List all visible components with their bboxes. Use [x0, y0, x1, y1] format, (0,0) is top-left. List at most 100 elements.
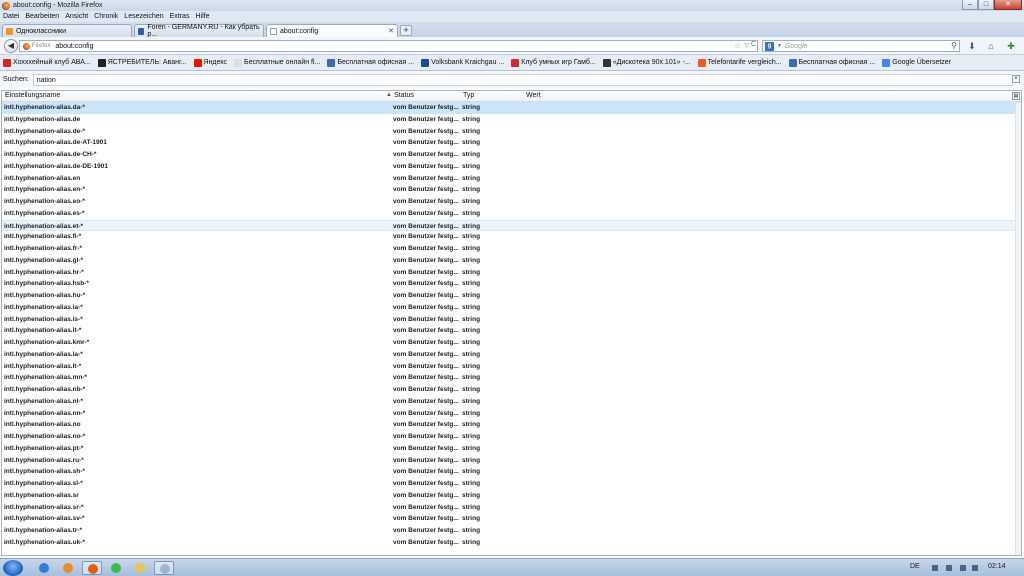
url-text[interactable]: about:config: [55, 43, 93, 50]
table-row[interactable]: intl.hyphenation-alias.nb-* vom Benutzer …: [2, 384, 1021, 396]
table-row[interactable]: intl.hyphenation-alias.uk-* vom Benutzer …: [2, 537, 1021, 549]
minimize-button[interactable]: –: [962, 0, 978, 10]
table-row[interactable]: intl.hyphenation-alias.is-* vom Benutzer …: [2, 314, 1021, 326]
filter-input[interactable]: nation: [32, 73, 1013, 86]
menu-lesezeichen[interactable]: Lesezeichen: [124, 13, 163, 20]
menu-ansicht[interactable]: Ansicht: [65, 13, 88, 20]
bookmark-item[interactable]: Volksbank Kraichgau ...: [421, 58, 504, 67]
table-row[interactable]: intl.hyphenation-alias.sl-* vom Benutzer …: [2, 478, 1021, 490]
menu-chronik[interactable]: Chronik: [94, 13, 118, 20]
table-row[interactable]: intl.hyphenation-alias.hsb-* vom Benutzer…: [2, 278, 1021, 290]
new-tab-button[interactable]: +: [400, 25, 412, 36]
table-row[interactable]: intl.hyphenation-alias.nn-* vom Benutzer …: [2, 408, 1021, 420]
column-header-status[interactable]: Status: [394, 92, 414, 99]
bookmark-item[interactable]: Бесплатная офисная ...: [788, 58, 875, 67]
table-row[interactable]: intl.hyphenation-alias.de vom Benutzer fe…: [2, 114, 1021, 126]
clear-filter-icon[interactable]: ×: [1012, 75, 1020, 83]
table-row[interactable]: intl.hyphenation-alias.hu-* vom Benutzer …: [2, 290, 1021, 302]
network-icon[interactable]: [946, 565, 952, 571]
search-placeholder[interactable]: Google: [785, 43, 808, 50]
column-header-name[interactable]: Einstellungsname: [5, 92, 60, 99]
search-bar[interactable]: g ▼ Google ⚲: [762, 40, 960, 52]
column-header-value[interactable]: Wert: [526, 92, 541, 99]
menu-hilfe[interactable]: Hilfe: [195, 13, 209, 20]
taskbar-app[interactable]: [154, 561, 174, 575]
download-icon[interactable]: ⬇: [966, 40, 978, 52]
column-picker-icon[interactable]: ▤: [1012, 92, 1020, 100]
bookmark-item[interactable]: Клуб умных игр Гамб...: [511, 58, 596, 67]
table-row[interactable]: intl.hyphenation-alias.ia-* vom Benutzer …: [2, 302, 1021, 314]
volume-icon[interactable]: [960, 565, 966, 571]
tab-about-config[interactable]: about:config ✕: [266, 24, 398, 38]
table-row[interactable]: intl.hyphenation-alias.en-* vom Benutzer …: [2, 184, 1021, 196]
search-icon[interactable]: ⚲: [951, 41, 957, 50]
start-button[interactable]: [3, 560, 23, 576]
table-row[interactable]: intl.hyphenation-alias.mn-* vom Benutzer …: [2, 372, 1021, 384]
table-row[interactable]: intl.hyphenation-alias.fi-* vom Benutzer …: [2, 231, 1021, 243]
table-row[interactable]: intl.hyphenation-alias.en vom Benutzer fe…: [2, 173, 1021, 185]
bookmark-item[interactable]: ЯСТРЕБИТЕЛЬ: Аванг...: [97, 58, 187, 67]
table-row[interactable]: intl.hyphenation-alias.no vom Benutzer fe…: [2, 419, 1021, 431]
table-row[interactable]: intl.hyphenation-alias.la-* vom Benutzer …: [2, 349, 1021, 361]
taskbar-app[interactable]: [106, 561, 126, 575]
table-row[interactable]: intl.hyphenation-alias.da-* vom Benutzer …: [2, 102, 1021, 114]
taskbar-app[interactable]: [82, 561, 102, 575]
history-dropdown-icon[interactable]: ▽: [744, 42, 749, 49]
vertical-scrollbar[interactable]: [1015, 103, 1021, 555]
menu-extras[interactable]: Extras: [170, 13, 190, 20]
google-icon[interactable]: g: [765, 41, 774, 51]
table-row[interactable]: intl.hyphenation-alias.pt-* vom Benutzer …: [2, 443, 1021, 455]
bookmark-item[interactable]: Яндекс: [193, 58, 227, 67]
addon-icon[interactable]: ✚: [1005, 40, 1017, 52]
maximize-button[interactable]: □: [978, 0, 994, 10]
column-header-type[interactable]: Typ: [463, 92, 474, 99]
table-row[interactable]: intl.hyphenation-alias.no-* vom Benutzer …: [2, 431, 1021, 443]
bookmark-item[interactable]: «Дискотека 90х.101» -...: [602, 58, 691, 67]
bookmark-item[interactable]: Google Übersetzer: [882, 58, 951, 67]
language-indicator[interactable]: DE: [910, 563, 920, 570]
close-window-button[interactable]: ✕: [994, 0, 1022, 10]
menu-datei[interactable]: Datei: [3, 13, 19, 20]
identity-label[interactable]: Firefox: [32, 43, 50, 49]
table-row[interactable]: intl.hyphenation-alias.nl-* vom Benutzer …: [2, 396, 1021, 408]
search-engine-dropdown-icon[interactable]: ▼: [777, 43, 782, 49]
home-icon[interactable]: ⌂: [985, 40, 997, 52]
bookmark-item[interactable]: Хохххейный клуб АВА...: [3, 58, 91, 67]
url-bar[interactable]: Firefox about:config ☆ ▽ C: [19, 40, 758, 52]
table-row[interactable]: intl.hyphenation-alias.de-* vom Benutzer …: [2, 126, 1021, 138]
menu-bearbeiten[interactable]: Bearbeiten: [25, 13, 59, 20]
table-row[interactable]: intl.hyphenation-alias.sv-* vom Benutzer …: [2, 513, 1021, 525]
bookmark-item[interactable]: Telefontarife vergleich...: [697, 58, 782, 67]
table-row[interactable]: intl.hyphenation-alias.de-DE-1901 vom Ben…: [2, 161, 1021, 173]
table-row[interactable]: intl.hyphenation-alias.de-AT-1901 vom Ben…: [2, 137, 1021, 149]
table-row[interactable]: intl.hyphenation-alias.fr-* vom Benutzer …: [2, 243, 1021, 255]
tab-germany-ru[interactable]: Foren - GERMANY.RU - Как убрать р...: [134, 24, 264, 38]
table-row[interactable]: intl.hyphenation-alias.it-* vom Benutzer …: [2, 325, 1021, 337]
table-row[interactable]: intl.hyphenation-alias.ru-* vom Benutzer …: [2, 455, 1021, 467]
table-row[interactable]: intl.hyphenation-alias.es-* vom Benutzer …: [2, 208, 1021, 220]
close-tab-icon[interactable]: ✕: [388, 27, 394, 35]
taskbar-app[interactable]: [130, 561, 150, 575]
tab-odnoklassniki[interactable]: Одноклассники: [2, 24, 132, 37]
table-row[interactable]: intl.hyphenation-alias.sh-* vom Benutzer …: [2, 466, 1021, 478]
table-row[interactable]: intl.hyphenation-alias.de-CH-* vom Benutz…: [2, 149, 1021, 161]
table-row[interactable]: intl.hyphenation-alias.kmr-* vom Benutzer…: [2, 337, 1021, 349]
back-button[interactable]: ◀: [4, 39, 18, 53]
clock[interactable]: 02:14: [988, 563, 1006, 570]
table-row[interactable]: intl.hyphenation-alias.eo-* vom Benutzer …: [2, 196, 1021, 208]
tray-arrow-icon[interactable]: [932, 565, 938, 571]
table-row[interactable]: intl.hyphenation-alias.sr-* vom Benutzer …: [2, 502, 1021, 514]
taskbar-app[interactable]: [58, 561, 78, 575]
table-row[interactable]: intl.hyphenation-alias.tr-* vom Benutzer …: [2, 525, 1021, 537]
reload-icon[interactable]: C: [751, 41, 756, 48]
flag-icon[interactable]: [972, 565, 978, 571]
taskbar-app[interactable]: [34, 561, 54, 575]
bookmark-star-icon[interactable]: ☆: [734, 41, 741, 50]
table-row[interactable]: intl.hyphenation-alias.hr-* vom Benutzer …: [2, 267, 1021, 279]
table-row[interactable]: intl.hyphenation-alias.et-* vom Benutzer …: [2, 219, 1021, 232]
table-row[interactable]: intl.hyphenation-alias.gl-* vom Benutzer …: [2, 255, 1021, 267]
bookmark-item[interactable]: Бесплатные онлайн fl...: [234, 58, 320, 67]
table-row[interactable]: intl.hyphenation-alias.sr vom Benutzer fe…: [2, 490, 1021, 502]
bookmark-item[interactable]: Бесплатная офисная ...: [327, 58, 414, 67]
table-row[interactable]: intl.hyphenation-alias.lt-* vom Benutzer …: [2, 361, 1021, 373]
